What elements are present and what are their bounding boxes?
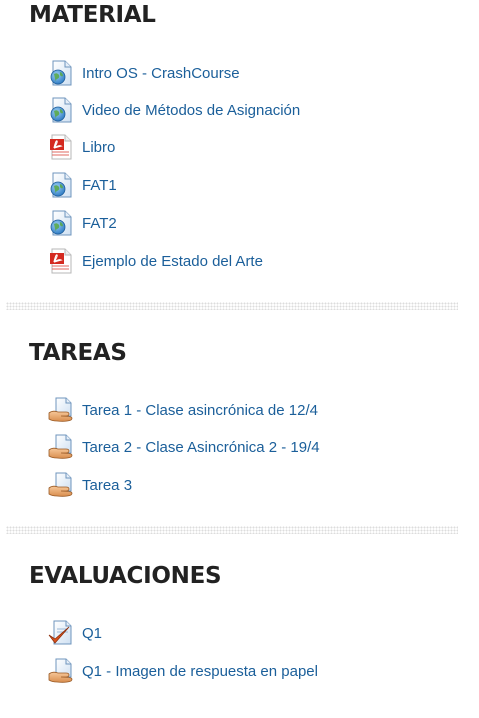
section-title-tareas: TAREAS — [29, 340, 127, 366]
activity-label[interactable]: Libro — [82, 139, 115, 156]
section-title-material: MATERIAL — [29, 2, 156, 28]
activity-assignment[interactable]: Q1 - Imagen de respuesta en papel — [48, 658, 318, 684]
activity-label[interactable]: Q1 — [82, 625, 102, 642]
activity-url[interactable]: Video de Métodos de Asignación — [48, 97, 300, 123]
activity-resource-pdf[interactable]: Ejemplo de Estado del Arte — [48, 248, 263, 274]
url-globe-icon — [48, 60, 74, 86]
activity-assignment[interactable]: Tarea 2 - Clase Asincrónica 2 - 19/4 — [48, 434, 320, 460]
activity-label[interactable]: FAT1 — [82, 177, 117, 194]
activity-label[interactable]: Tarea 1 - Clase asincrónica de 12/4 — [82, 402, 318, 419]
assignment-hand-icon — [48, 658, 74, 684]
activity-assignment[interactable]: Tarea 1 - Clase asincrónica de 12/4 — [48, 397, 318, 423]
activity-url[interactable]: Intro OS - CrashCourse — [48, 60, 240, 86]
activity-label[interactable]: Intro OS - CrashCourse — [82, 65, 240, 82]
assignment-hand-icon — [48, 472, 74, 498]
activity-label[interactable]: Tarea 2 - Clase Asincrónica 2 - 19/4 — [82, 439, 320, 456]
activity-label[interactable]: Q1 - Imagen de respuesta en papel — [82, 663, 318, 680]
activity-url[interactable]: FAT2 — [48, 210, 117, 236]
activity-url[interactable]: FAT1 — [48, 172, 117, 198]
assignment-hand-icon — [48, 434, 74, 460]
activity-label[interactable]: FAT2 — [82, 215, 117, 232]
assignment-hand-icon — [48, 397, 74, 423]
activity-quiz[interactable]: Q1 — [48, 620, 102, 646]
activity-label[interactable]: Tarea 3 — [82, 477, 132, 494]
pdf-icon — [48, 134, 74, 160]
section-divider — [6, 526, 458, 534]
url-globe-icon — [48, 210, 74, 236]
url-globe-icon — [48, 97, 74, 123]
activity-assignment[interactable]: Tarea 3 — [48, 472, 132, 498]
section-title-evaluaciones: EVALUACIONES — [29, 563, 222, 589]
pdf-icon — [48, 248, 74, 274]
activity-label[interactable]: Ejemplo de Estado del Arte — [82, 253, 263, 270]
url-globe-icon — [48, 172, 74, 198]
activity-resource-pdf[interactable]: Libro — [48, 134, 115, 160]
section-divider — [6, 302, 458, 310]
quiz-check-icon — [48, 620, 74, 646]
activity-label[interactable]: Video de Métodos de Asignación — [82, 102, 300, 119]
